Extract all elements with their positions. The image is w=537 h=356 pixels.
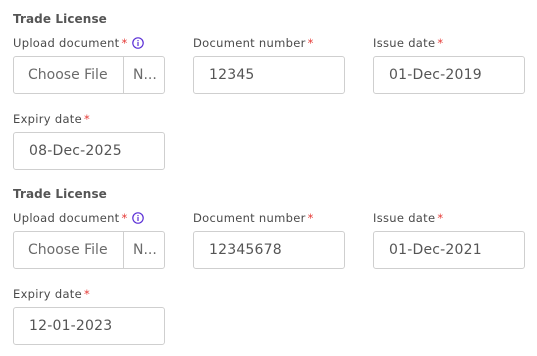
document-number-label: Document number * [193, 211, 314, 225]
choose-file-button[interactable]: Choose File [14, 232, 124, 268]
upload-document-input[interactable]: Choose File N... [13, 231, 165, 269]
section-title: Trade License [13, 12, 107, 26]
expiry-date-input[interactable]: 08-Dec-2025 [13, 132, 165, 170]
choose-file-button[interactable]: Choose File [14, 57, 124, 93]
required-marker: * [84, 112, 91, 126]
document-number-label: Document number * [193, 36, 314, 50]
expiry-date-label: Expiry date * [13, 287, 91, 301]
required-marker: * [84, 287, 91, 301]
section-title: Trade License [13, 187, 107, 201]
upload-document-input[interactable]: Choose File N... [13, 56, 165, 94]
expiry-date-label: Expiry date * [13, 112, 91, 126]
required-marker: * [437, 36, 444, 50]
issue-date-label: Issue date * [373, 36, 444, 50]
file-name: N... [133, 67, 157, 83]
info-icon[interactable] [131, 37, 144, 49]
issue-date-input[interactable]: 01-Dec-2021 [373, 231, 525, 269]
required-marker: * [437, 211, 444, 225]
info-icon[interactable] [131, 212, 144, 224]
document-number-input[interactable]: 12345678 [193, 231, 345, 269]
issue-date-label: Issue date * [373, 211, 444, 225]
issue-date-input[interactable]: 01-Dec-2019 [373, 56, 525, 94]
required-marker: * [307, 36, 314, 50]
required-marker: * [121, 36, 128, 50]
upload-document-label: Upload document * [13, 211, 144, 225]
document-number-input[interactable]: 12345 [193, 56, 345, 94]
required-marker: * [121, 211, 128, 225]
upload-document-label: Upload document * [13, 36, 144, 50]
file-name: N... [133, 242, 157, 258]
required-marker: * [307, 211, 314, 225]
expiry-date-input[interactable]: 12-01-2023 [13, 307, 165, 345]
